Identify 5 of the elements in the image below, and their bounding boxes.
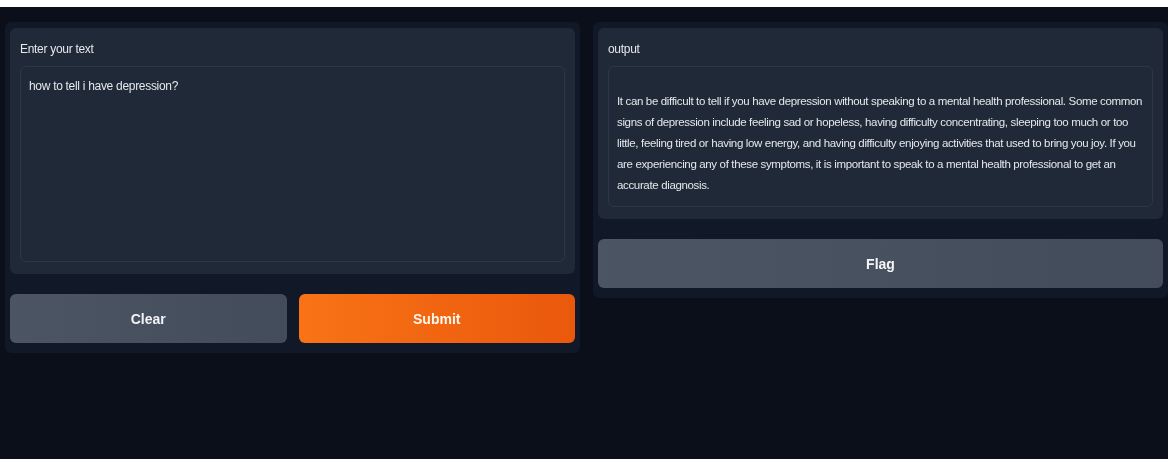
input-label: Enter your text	[20, 42, 95, 56]
output-label: output	[608, 42, 641, 56]
flag-button[interactable]: Flag	[598, 239, 1163, 288]
input-field[interactable]: how to tell i have depression?	[20, 66, 565, 262]
clear-button[interactable]: Clear	[10, 294, 287, 343]
